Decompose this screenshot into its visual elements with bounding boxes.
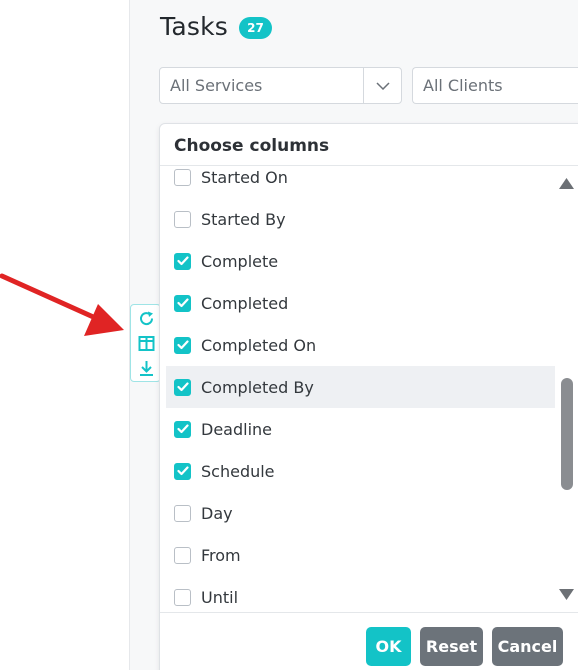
column-option-label: Completed By [201, 377, 314, 397]
column-option-label: Started On [201, 167, 288, 187]
column-option-label: Completed On [201, 335, 317, 355]
download-icon[interactable] [137, 359, 155, 377]
column-option[interactable]: From [166, 534, 555, 576]
checkbox-checked[interactable] [174, 252, 191, 270]
column-option[interactable]: Day [166, 492, 555, 534]
scroll-up-arrow-icon[interactable] [559, 178, 574, 189]
column-option[interactable]: Deadline [166, 408, 555, 450]
column-option-label: Started By [201, 209, 286, 229]
column-option[interactable]: Complete [166, 240, 555, 282]
cancel-button[interactable]: Cancel [492, 627, 563, 666]
panel-footer-divider [160, 612, 578, 613]
checkbox-unchecked[interactable] [174, 504, 191, 522]
column-option-label: Deadline [201, 419, 272, 439]
column-option-label: Schedule [201, 461, 275, 481]
clients-filter[interactable]: All Clients [412, 67, 578, 104]
column-option[interactable]: Completed [166, 282, 555, 324]
table-toolbar [130, 304, 161, 382]
annotation-arrow [0, 273, 124, 336]
page-title: Tasks [160, 12, 228, 41]
services-filter-value: All Services [170, 76, 263, 95]
clients-filter-value: All Clients [423, 76, 503, 95]
chevron-down-icon[interactable] [363, 68, 401, 103]
checkmark-icon [176, 466, 189, 476]
checkbox-checked[interactable] [174, 336, 191, 354]
checkbox-checked[interactable] [174, 378, 191, 396]
column-option[interactable]: Completed On [166, 324, 555, 366]
scroll-down-arrow-icon[interactable] [559, 589, 574, 600]
column-option-label: From [201, 545, 241, 565]
task-count-badge: 27 [239, 17, 272, 39]
refresh-icon[interactable] [137, 309, 155, 327]
scrollbar-thumb[interactable] [561, 378, 573, 490]
checkbox-unchecked[interactable] [174, 546, 191, 564]
checkbox-unchecked[interactable] [174, 168, 191, 186]
checkbox-checked[interactable] [174, 462, 191, 480]
column-option-label: Day [201, 503, 233, 523]
checkbox-unchecked[interactable] [174, 588, 191, 606]
checkmark-icon [176, 256, 189, 266]
checkmark-icon [176, 298, 189, 308]
checkbox-unchecked[interactable] [174, 210, 191, 228]
checkmark-icon [176, 382, 189, 392]
column-option[interactable]: Started On [166, 156, 555, 198]
checkbox-checked[interactable] [174, 294, 191, 312]
ok-button[interactable]: OK [366, 627, 411, 666]
columns-icon[interactable] [137, 334, 155, 352]
column-option[interactable]: Started By [166, 198, 555, 240]
column-option-label: Complete [201, 251, 279, 271]
column-option-label: Completed [201, 293, 289, 313]
checkmark-icon [176, 340, 189, 350]
services-filter[interactable]: All Services [159, 67, 402, 104]
column-option-label: Until [201, 587, 239, 607]
column-chooser-title: Choose columns [174, 136, 330, 156]
column-option[interactable]: Schedule [166, 450, 555, 492]
checkmark-icon [176, 424, 189, 434]
checkbox-checked[interactable] [174, 420, 191, 438]
column-option[interactable]: Completed By [166, 366, 555, 408]
reset-button[interactable]: Reset [420, 627, 483, 666]
